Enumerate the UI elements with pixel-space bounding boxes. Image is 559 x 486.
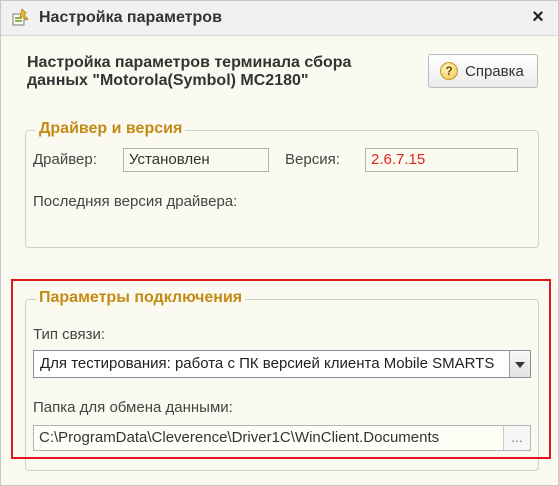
driver-status-field: Установлен [123,148,269,172]
driver-label: Драйвер: [33,151,97,168]
latest-driver-version-label: Последняя версия драйвера: [33,193,238,210]
title-bar: Настройка параметров × [1,1,558,36]
highlight-frame [11,279,551,459]
question-icon: ? [440,62,458,80]
driver-version-group: Драйвер и версия Драйвер: Установлен Вер… [25,120,539,248]
settings-dialog: Настройка параметров × Настройка парамет… [0,0,559,486]
help-button-label: Справка [465,63,524,80]
close-icon: × [532,6,544,28]
driver-group-title: Драйвер и версия [36,120,186,138]
close-button[interactable]: × [526,5,550,29]
settings-plug-icon [12,8,29,26]
dialog-description: Настройка параметров терминала сбора дан… [27,54,352,89]
version-field: 2.6.7.15 [365,148,518,172]
version-label: Версия: [285,151,340,168]
help-button[interactable]: ? Справка [428,54,538,88]
window-title: Настройка параметров [39,9,222,26]
